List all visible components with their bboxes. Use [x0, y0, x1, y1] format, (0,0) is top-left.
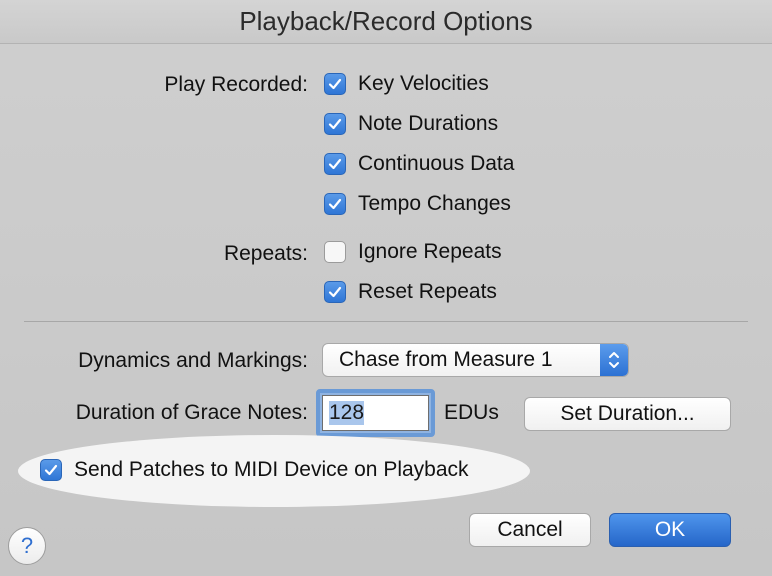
dialog-window: Playback/Record Options Play Recorded: K… [0, 0, 772, 576]
checkbox-checked-icon [324, 153, 346, 175]
window-title: Playback/Record Options [239, 6, 533, 36]
play-recorded-label: Play Recorded: [164, 73, 308, 96]
help-button[interactable]: ? [8, 527, 46, 565]
send-patches-checkbox[interactable]: Send Patches to MIDI Device on Playback [40, 455, 469, 485]
title-bar[interactable]: Playback/Record Options [0, 0, 772, 44]
dynamics-selected-value: Chase from Measure 1 [339, 348, 553, 371]
checkbox-label: Tempo Changes [358, 192, 511, 215]
checkbox-label: Ignore Repeats [358, 240, 502, 263]
checkbox-checked-icon [324, 73, 346, 95]
grace-notes-input[interactable]: 128 [322, 395, 429, 431]
cancel-button[interactable]: Cancel [469, 513, 591, 547]
grace-notes-value: 128 [329, 401, 365, 425]
grace-notes-label: Duration of Grace Notes: [75, 401, 308, 424]
note-durations-checkbox[interactable]: Note Durations [324, 109, 498, 139]
reset-repeats-checkbox[interactable]: Reset Repeats [324, 277, 497, 307]
checkbox-checked-icon [324, 113, 346, 135]
grace-notes-field-focus-ring: 128 [316, 389, 435, 437]
tempo-changes-checkbox[interactable]: Tempo Changes [324, 189, 511, 219]
key-velocities-checkbox[interactable]: Key Velocities [324, 69, 489, 99]
checkbox-unchecked-icon [324, 241, 346, 263]
checkbox-label: Continuous Data [358, 152, 515, 175]
checkbox-label: Note Durations [358, 112, 499, 135]
separator [24, 321, 748, 322]
continuous-data-checkbox[interactable]: Continuous Data [324, 149, 514, 179]
repeats-label: Repeats: [223, 242, 308, 265]
dynamics-popup[interactable]: Chase from Measure 1 [322, 343, 629, 377]
checkbox-checked-icon [40, 459, 62, 481]
checkbox-checked-icon [324, 193, 346, 215]
dynamics-label: Dynamics and Markings: [78, 349, 308, 372]
checkbox-label: Reset Repeats [358, 280, 497, 303]
up-down-chevron-icon [600, 344, 628, 376]
edus-unit-label: EDUs [444, 401, 499, 424]
ignore-repeats-checkbox[interactable]: Ignore Repeats [324, 237, 502, 267]
ok-button[interactable]: OK [609, 513, 731, 547]
checkbox-label: Send Patches to MIDI Device on Playback [74, 458, 469, 481]
set-duration-button[interactable]: Set Duration... [524, 397, 731, 431]
checkbox-label: Key Velocities [358, 72, 489, 95]
checkbox-checked-icon [324, 281, 346, 303]
